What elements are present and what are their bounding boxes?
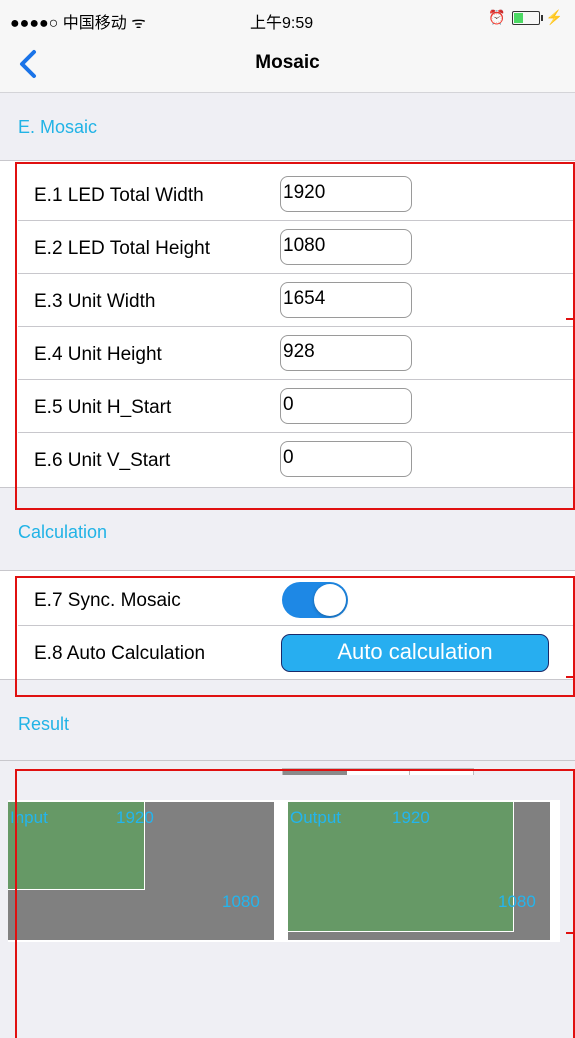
highlight-box-calculation <box>15 576 575 697</box>
divider <box>0 760 575 761</box>
charging-icon: ⚡ <box>545 9 563 25</box>
status-icons: ⏰ ⚡ <box>488 9 563 26</box>
annotation-tick <box>566 676 575 678</box>
page-title: Mosaic <box>255 52 320 73</box>
section-header-calculation: Calculation <box>18 522 108 542</box>
battery-icon <box>511 10 543 25</box>
carrier-label: ●●●●○ 中国移动 ᯤ <box>10 15 146 32</box>
status-bar: ●●●●○ 中国移动 ᯤ 上午9:59 ⏰ ⚡ <box>0 0 575 36</box>
highlight-box-mosaic <box>15 162 575 510</box>
section-header-mosaic: E. Mosaic <box>18 117 98 137</box>
annotation-tick <box>566 318 575 320</box>
alarm-icon: ⏰ <box>488 9 506 25</box>
annotation-tick <box>566 932 575 934</box>
clock: 上午9:59 <box>250 15 314 32</box>
section-header-result: Result <box>18 714 70 734</box>
highlight-box-result <box>15 769 575 1038</box>
navigation-bar: Mosaic <box>0 36 575 93</box>
